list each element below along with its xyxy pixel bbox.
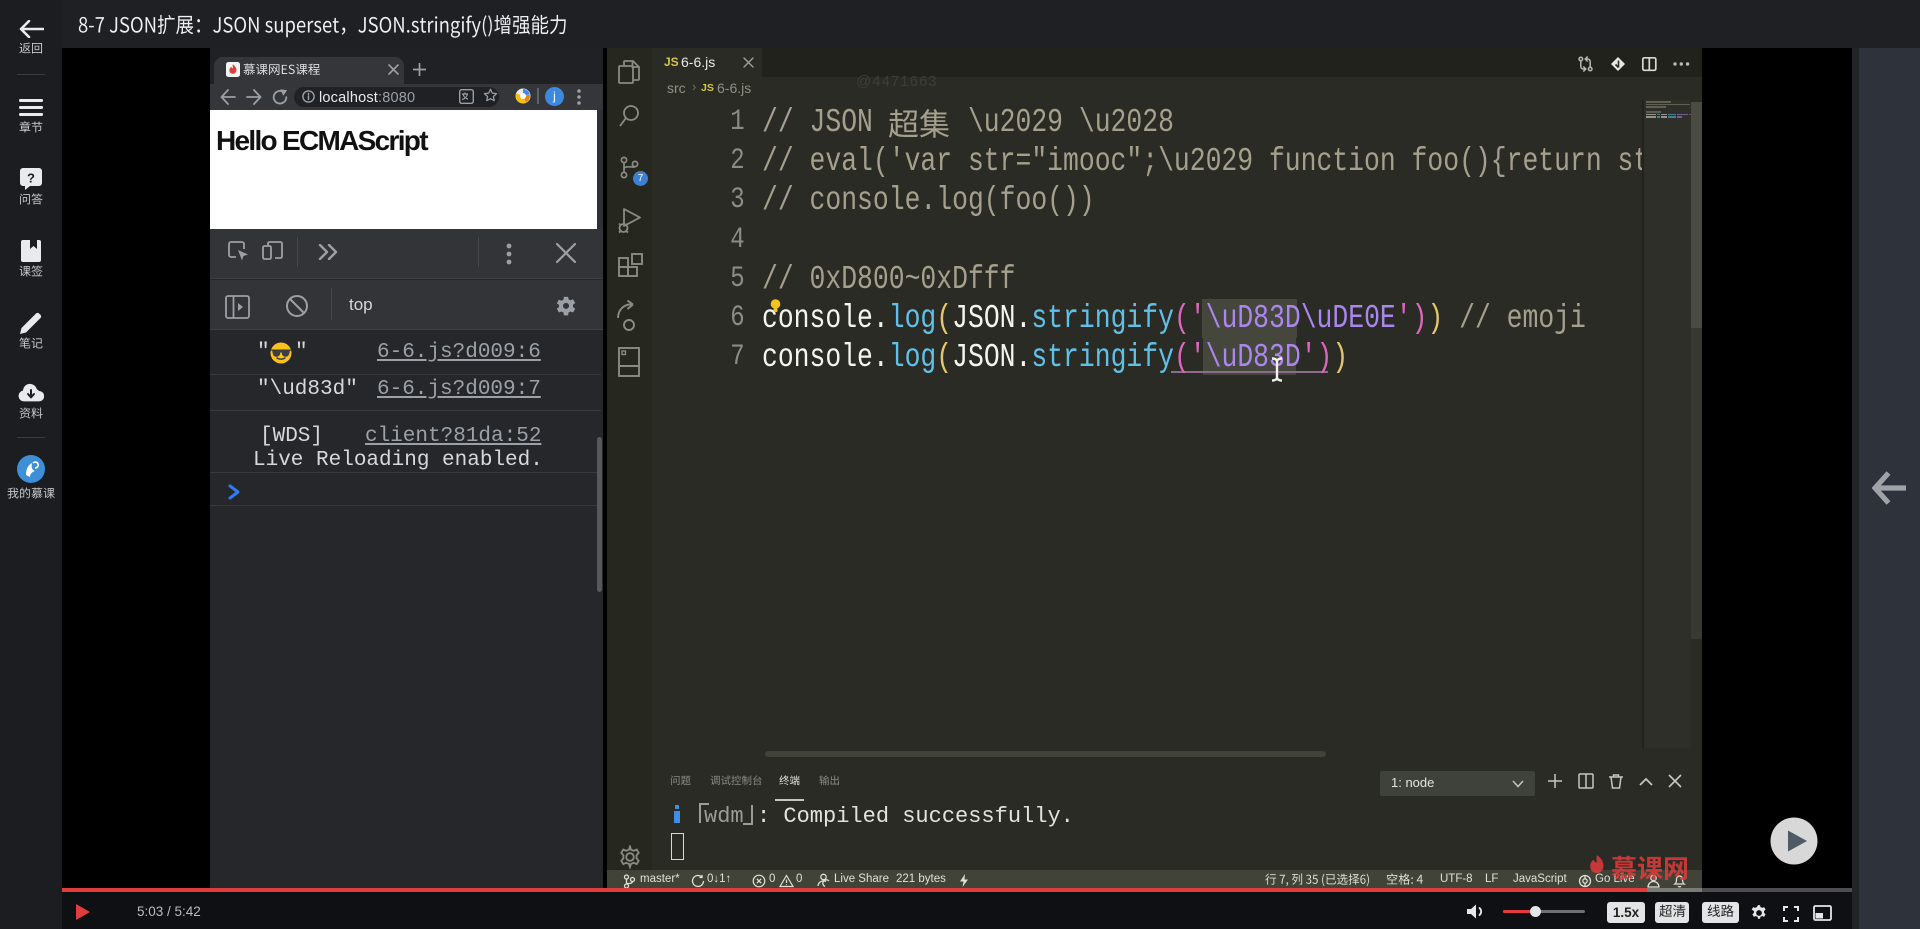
svg-text:?: ? — [27, 171, 35, 186]
